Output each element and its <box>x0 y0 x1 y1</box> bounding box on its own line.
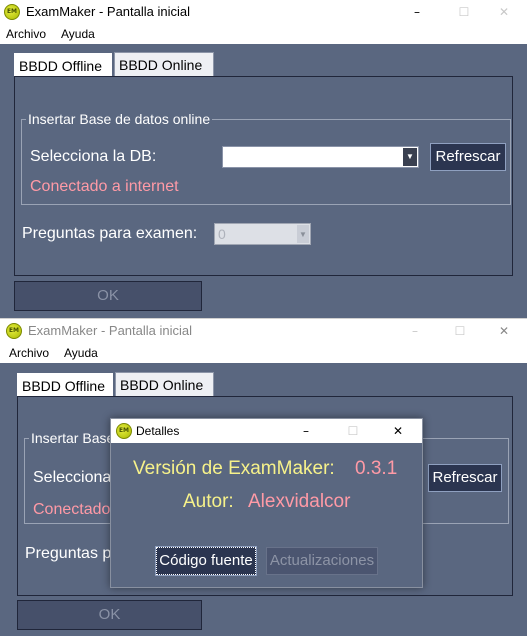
window-title-2: ExamMaker - Pantalla inicial <box>28 323 193 338</box>
title-bar: EM ExamMaker - Pantalla inicial – ☐ ✕ <box>0 0 527 24</box>
title-bar-2: EM ExamMaker - Pantalla inicial – ☐ ✕ <box>0 319 527 343</box>
questions-value: 0 <box>218 226 226 242</box>
menu-bar: Archivo Ayuda <box>0 24 527 44</box>
app-logo-icon: EM <box>4 4 20 20</box>
tab-panel: Insertar Base de datos online Selecciona… <box>14 76 513 276</box>
tab-bbdd-online[interactable]: BBDD Online <box>114 52 214 76</box>
menu-bar-2: Archivo Ayuda <box>0 343 527 363</box>
version-label: Versión de ExamMaker: <box>133 458 335 479</box>
minimize-button[interactable]: – <box>394 0 440 24</box>
groupbox-title: Insertar Base de datos online <box>26 111 213 127</box>
author-label: Autor: <box>183 491 234 512</box>
select-db-label: Selecciona la DB: <box>30 148 157 165</box>
menu-ayuda-2[interactable]: Ayuda <box>64 346 98 360</box>
tab-bbdd-offline[interactable]: BBDD Offline <box>14 53 112 77</box>
db-select[interactable]: ▼ <box>222 146 419 168</box>
window-title: ExamMaker - Pantalla inicial <box>26 4 191 19</box>
ok-button-2[interactable]: OK <box>17 600 202 630</box>
close-button[interactable]: ✕ <box>481 0 527 24</box>
questions-spinbox[interactable]: 0 ▼ <box>214 223 311 245</box>
tab-bbdd-offline-2[interactable]: BBDD Offline <box>17 373 113 397</box>
maximize-button-2[interactable]: ☐ <box>437 319 483 343</box>
author-value: Alexvidalcor <box>248 491 351 512</box>
dialog-minimize-button[interactable]: – <box>286 419 326 443</box>
select-db-label-2: Selecciona <box>33 469 112 486</box>
connection-status-2: Conectado <box>33 501 111 518</box>
client-area: BBDD Offline BBDD Online Insertar Base d… <box>0 44 527 318</box>
tab-bbdd-online-2[interactable]: BBDD Online <box>115 372 214 396</box>
spin-arrow-icon[interactable]: ▼ <box>297 225 309 243</box>
menu-archivo[interactable]: Archivo <box>6 27 46 41</box>
dialog-title: Detalles <box>136 424 180 438</box>
updates-button[interactable]: Actualizaciones <box>266 547 378 575</box>
close-button-2[interactable]: ✕ <box>481 319 527 343</box>
source-code-button[interactable]: Código fuente <box>155 546 257 576</box>
chevron-down-icon[interactable]: ▼ <box>403 148 417 166</box>
questions-label-2: Preguntas pa <box>25 545 121 562</box>
questions-label: Preguntas para examen: <box>22 225 198 242</box>
groupbox-title-2: Insertar Base <box>29 430 117 446</box>
connection-status: Conectado a internet <box>30 178 179 195</box>
dialog-title-bar: EM Detalles – ☐ ✕ <box>111 419 422 443</box>
dialog-maximize-button[interactable]: ☐ <box>333 419 373 443</box>
app-logo-icon: EM <box>116 423 132 439</box>
ok-button[interactable]: OK <box>14 281 202 311</box>
menu-ayuda[interactable]: Ayuda <box>61 27 95 41</box>
version-value: 0.3.1 <box>355 458 398 479</box>
minimize-button-2[interactable]: – <box>392 319 438 343</box>
online-db-groupbox: Insertar Base de datos online Selecciona… <box>21 111 511 205</box>
menu-archivo-2[interactable]: Archivo <box>9 346 49 360</box>
refresh-button[interactable]: Refrescar <box>430 143 506 171</box>
refresh-button-2[interactable]: Refrescar <box>428 464 502 492</box>
main-window: EM ExamMaker - Pantalla inicial – ☐ ✕ Ar… <box>0 0 527 318</box>
app-logo-icon: EM <box>6 323 22 339</box>
details-dialog: EM Detalles – ☐ ✕ Versión de ExamMaker: … <box>110 418 423 588</box>
dialog-close-button[interactable]: ✕ <box>378 419 418 443</box>
